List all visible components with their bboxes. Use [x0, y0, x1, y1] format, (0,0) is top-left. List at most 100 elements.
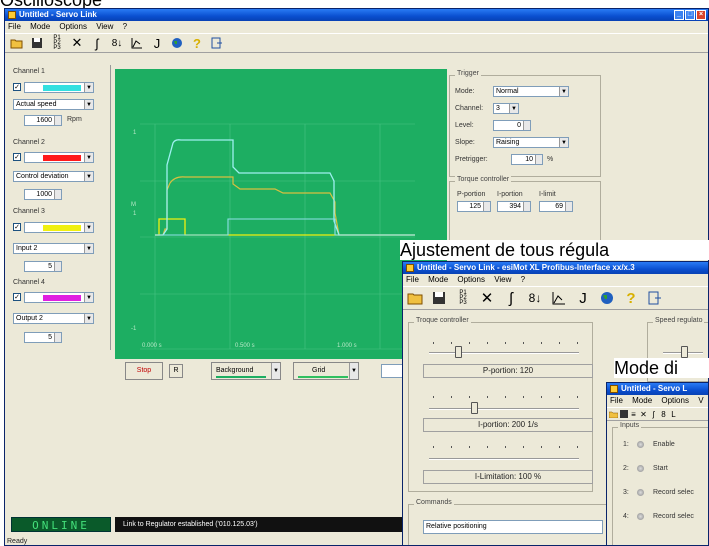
w3-graph-icon[interactable]: L	[669, 410, 678, 419]
open-folder-icon[interactable]	[9, 35, 25, 51]
channel-3-color-select[interactable]: ▼	[24, 222, 94, 233]
trigger-channel-select[interactable]: 3 ▼	[493, 103, 519, 114]
w3-menu-file[interactable]: File	[610, 396, 623, 405]
menu-options[interactable]: Options	[59, 22, 87, 31]
trigger-slope-select[interactable]: Raising ▼	[493, 137, 569, 148]
channel-4-color-select[interactable]: ▼	[24, 292, 94, 303]
maximize-icon[interactable]: □	[685, 10, 695, 20]
settings-window-titlebar[interactable]: Untitled - Servo Link - esiMot XL Profib…	[403, 262, 708, 274]
torque-limit-input[interactable]: 69	[539, 201, 573, 212]
minimize-icon[interactable]: _	[674, 10, 684, 20]
curve-icon[interactable]: ʃ	[89, 35, 105, 51]
close-icon[interactable]: ×	[696, 10, 706, 20]
w2-save-icon[interactable]	[431, 290, 447, 306]
w2-open-folder-icon[interactable]	[407, 290, 423, 306]
w3-menu-options[interactable]: Options	[661, 396, 689, 405]
stop-button[interactable]: Stop	[125, 362, 163, 380]
p-portion-slider-thumb[interactable]	[455, 346, 462, 358]
input-4-led	[637, 513, 644, 520]
w2-menu-options[interactable]: Options	[457, 275, 485, 284]
slider-tick	[469, 342, 470, 344]
channel-2-checkbox[interactable]: ✓	[13, 153, 21, 161]
w2-tune-icon[interactable]: J	[575, 290, 591, 307]
w2-menu-mode[interactable]: Mode	[428, 275, 448, 284]
input-1-number: 1:	[623, 441, 629, 448]
w3-tools-icon[interactable]: ✕	[639, 410, 648, 419]
grid-color-select[interactable]: Grid ▼	[293, 362, 359, 380]
parameter-list-icon[interactable]: P1 P2 P3	[49, 35, 65, 51]
w2-globe-icon[interactable]	[599, 290, 615, 306]
channel-1-unit: Rpm	[67, 116, 82, 123]
channel-1-color-swatch	[43, 85, 81, 91]
w2-tools-icon[interactable]: ✕	[479, 290, 495, 307]
w2-help-icon[interactable]: ?	[623, 290, 639, 307]
channel-1-color-select[interactable]: ▼	[24, 82, 94, 93]
channel-2-color-select[interactable]: ▼	[24, 152, 94, 163]
oscilloscope-plot: 1 M 1 -1 0.000 s 0.500 s 1.000 s	[115, 69, 447, 359]
background-color-select[interactable]: Background ▼	[211, 362, 281, 380]
w3-parameter-list-icon[interactable]: ≡	[629, 410, 638, 419]
app-icon	[8, 11, 16, 19]
channel-3-checkbox[interactable]: ✓	[13, 223, 21, 231]
slider-tick	[487, 396, 488, 398]
w3-save-icon[interactable]	[619, 410, 628, 419]
channel-3-color-swatch	[43, 225, 81, 231]
slider-tick	[451, 342, 452, 344]
w3-settings-icon[interactable]: 8	[659, 410, 668, 419]
command-select[interactable]: Relative positioning	[423, 520, 603, 534]
w2-menu-file[interactable]: File	[406, 275, 419, 284]
w3-menu-mode[interactable]: Mode	[632, 396, 652, 405]
trigger-level-input[interactable]: 0	[493, 120, 531, 131]
menu-mode[interactable]: Mode	[30, 22, 50, 31]
channel-4-signal-select[interactable]: Output 2 ▼	[13, 313, 94, 324]
pretrigger-input[interactable]: 10	[511, 154, 543, 165]
w2-settings-icon[interactable]: 8↓	[527, 290, 543, 306]
torque-i-input[interactable]: 394	[497, 201, 531, 212]
w2-graph-icon[interactable]	[551, 290, 567, 306]
menu-view[interactable]: View	[96, 22, 113, 31]
slider-tick	[559, 446, 560, 448]
w3-menu-view[interactable]: V	[698, 396, 703, 405]
save-icon[interactable]	[29, 35, 45, 51]
settings-icon[interactable]: 8↓	[109, 35, 125, 51]
channel-2-scale-input[interactable]: 1000	[24, 189, 62, 200]
channel-2-signal-select[interactable]: Control deviation ▼	[13, 171, 94, 182]
menu-file[interactable]: File	[8, 22, 21, 31]
input-4-label: Record selec	[653, 513, 694, 520]
reset-button[interactable]: R	[169, 364, 183, 378]
channel-4-scale-input[interactable]: 5	[24, 332, 62, 343]
trigger-slope-label: Slope:	[455, 139, 475, 146]
exit-icon[interactable]	[209, 35, 225, 51]
channel-1-signal-select[interactable]: Actual speed ▼	[13, 99, 94, 110]
w2-curve-icon[interactable]: ʃ	[503, 290, 519, 307]
io-window-titlebar[interactable]: Untitled - Servo L	[607, 383, 708, 395]
channel-3-signal-select[interactable]: Input 2 ▼	[13, 243, 94, 254]
slider-tick	[505, 342, 506, 344]
channel-1-scale-input[interactable]: 1600	[24, 115, 62, 126]
tune-icon[interactable]: J	[149, 35, 165, 51]
help-icon[interactable]: ?	[189, 35, 205, 51]
background-swatch	[216, 376, 266, 378]
menu-help[interactable]: ?	[123, 22, 127, 31]
oscilloscope-screen[interactable]: 1 M 1 -1 0.000 s 0.500 s 1.000 s	[115, 69, 447, 359]
w2-menu-help[interactable]: ?	[521, 275, 525, 284]
globe-icon[interactable]	[169, 35, 185, 51]
slider-tick	[523, 396, 524, 398]
trigger-mode-select[interactable]: Normal ▼	[493, 86, 569, 97]
i-portion-slider-thumb[interactable]	[471, 402, 478, 414]
channel-1-checkbox[interactable]: ✓	[13, 83, 21, 91]
graph-icon[interactable]	[129, 35, 145, 51]
w2-menu-view[interactable]: View	[494, 275, 511, 284]
w2-parameter-list-icon[interactable]: P1 P2 P3	[455, 290, 471, 306]
w3-curve-icon[interactable]: ʃ	[649, 410, 658, 419]
w2-exit-icon[interactable]	[647, 290, 663, 306]
tools-icon[interactable]: ✕	[69, 35, 85, 51]
speed-slider-thumb[interactable]	[681, 346, 688, 358]
torque-p-input[interactable]: 125	[457, 201, 491, 212]
channel-3-scale-input[interactable]: 5	[24, 261, 62, 272]
slider-tick	[451, 396, 452, 398]
w3-open-folder-icon[interactable]	[609, 410, 618, 419]
channel-4-checkbox[interactable]: ✓	[13, 293, 21, 301]
x-tick-2: 1.000 s	[337, 343, 357, 349]
main-window-titlebar[interactable]: Untitled - Servo Link _ □ ×	[5, 9, 708, 21]
